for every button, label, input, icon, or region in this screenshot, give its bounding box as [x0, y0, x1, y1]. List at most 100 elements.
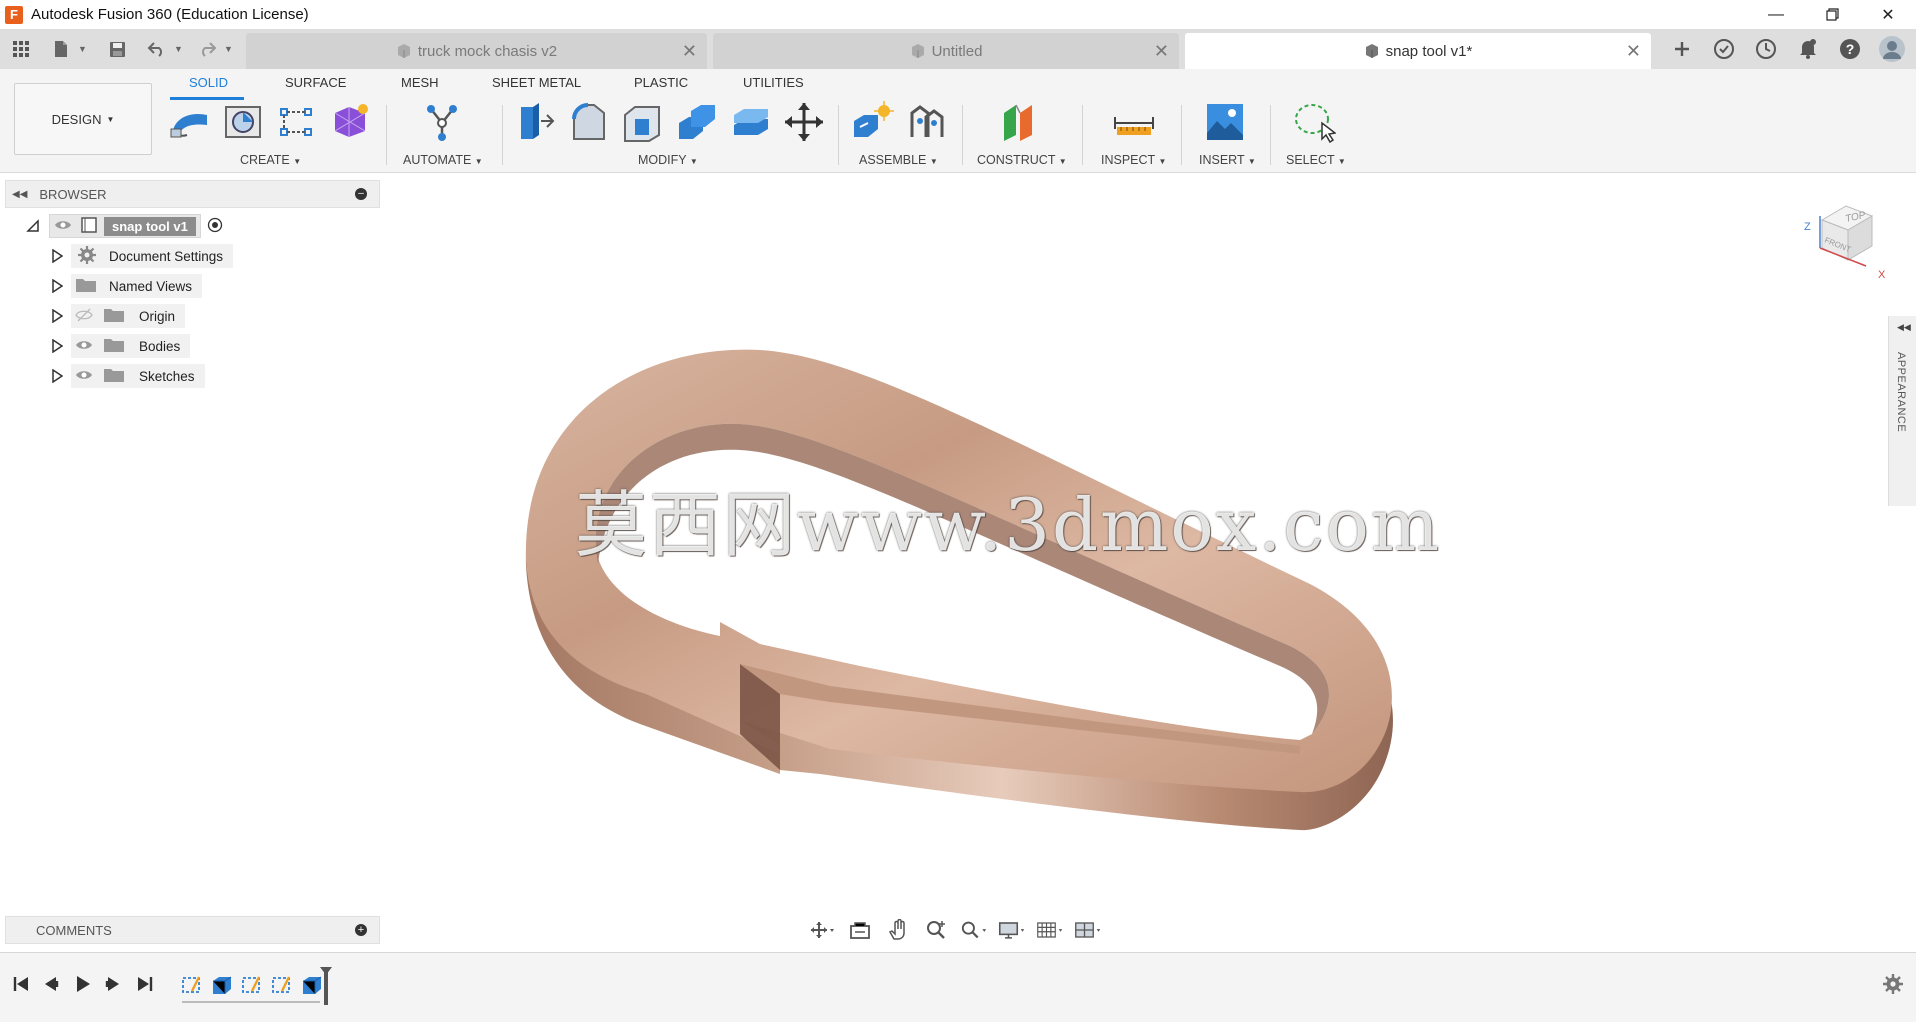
move-copy-icon[interactable] — [783, 101, 825, 143]
construct-menu[interactable]: CONSTRUCT ▼ — [977, 153, 1067, 167]
sketch-dimension-icon[interactable] — [275, 101, 317, 143]
graphics-canvas[interactable]: 莫西网www.3dmox.com ◀◀ BROWSER – snap tool … — [0, 174, 1916, 952]
hidden-eye-icon[interactable] — [75, 308, 93, 325]
tree-item-named-views[interactable]: Named Views — [49, 274, 203, 298]
timeline-sketch-icon[interactable] — [180, 973, 204, 997]
add-comment-icon[interactable]: + — [355, 924, 367, 936]
joint-icon[interactable] — [906, 101, 948, 143]
timeline-settings-gear-icon[interactable] — [1882, 973, 1904, 1000]
save-icon[interactable] — [104, 36, 130, 62]
display-settings-icon[interactable] — [998, 917, 1026, 943]
expand-panel-icon[interactable]: ◀◀ — [1897, 322, 1911, 333]
appearance-side-tab[interactable]: ◀◀ APPEARANCE — [1888, 316, 1916, 506]
tree-node[interactable]: Sketches — [71, 364, 205, 388]
automate-menu[interactable]: AUTOMATE ▼ — [403, 153, 483, 167]
close-tab-icon[interactable]: ✕ — [1154, 41, 1169, 62]
collapsed-arrow-icon[interactable] — [49, 248, 65, 264]
workspace-switcher-button[interactable]: DESIGN ▼ — [14, 83, 152, 155]
select-window-icon[interactable] — [1294, 101, 1336, 143]
collapsed-arrow-icon[interactable] — [49, 368, 65, 384]
document-tab-snap-tool[interactable]: snap tool v1* ✕ — [1185, 33, 1651, 69]
user-avatar-icon[interactable] — [1876, 33, 1908, 65]
insert-menu[interactable]: INSERT ▼ — [1199, 153, 1256, 167]
go-to-start-icon[interactable] — [10, 973, 32, 995]
tree-item-sketches[interactable]: Sketches — [49, 364, 205, 388]
tab-surface[interactable]: SURFACE — [285, 75, 346, 90]
tab-mesh[interactable]: MESH — [401, 75, 439, 90]
close-window-button[interactable]: ✕ — [1860, 0, 1916, 29]
fillet-icon[interactable] — [568, 101, 610, 143]
restore-button[interactable] — [1804, 0, 1860, 29]
viewcube[interactable]: TOP FRONT Z X — [1800, 196, 1890, 282]
collapsed-arrow-icon[interactable] — [49, 338, 65, 354]
tab-solid[interactable]: SOLID — [189, 75, 228, 90]
extrude-icon[interactable] — [222, 101, 264, 143]
grid-snap-icon[interactable] — [1036, 917, 1064, 943]
zoom-icon[interactable] — [922, 917, 950, 943]
combine-icon[interactable] — [675, 101, 717, 143]
go-to-end-icon[interactable] — [134, 973, 156, 995]
visibility-eye-icon[interactable] — [75, 369, 93, 384]
tree-item-bodies[interactable]: Bodies — [49, 334, 191, 358]
collapsed-arrow-icon[interactable] — [49, 308, 65, 324]
offset-plane-icon[interactable] — [1000, 101, 1042, 143]
minimize-panel-icon[interactable]: – — [355, 188, 367, 200]
timeline-marker[interactable] — [324, 971, 328, 1005]
activate-radio-icon[interactable] — [207, 217, 223, 236]
redo-icon[interactable] — [194, 36, 220, 62]
create-menu[interactable]: CREATE ▼ — [240, 153, 301, 167]
shell-icon[interactable] — [621, 101, 663, 143]
offset-face-icon[interactable] — [730, 101, 772, 143]
tab-sheet-metal[interactable]: SHEET METAL — [492, 75, 581, 90]
data-panel-grid-icon[interactable] — [8, 36, 34, 62]
new-component-icon[interactable] — [852, 101, 894, 143]
timeline-sketch-icon[interactable] — [240, 973, 264, 997]
tree-node[interactable]: Origin — [71, 304, 186, 328]
close-tab-icon[interactable]: ✕ — [1626, 41, 1641, 62]
viewports-icon[interactable] — [1074, 917, 1102, 943]
tree-root-snap-tool[interactable]: snap tool v1 — [25, 214, 223, 238]
extensions-icon[interactable] — [1708, 33, 1740, 65]
timeline-sketch-icon[interactable] — [270, 973, 294, 997]
job-status-clock-icon[interactable] — [1750, 33, 1782, 65]
root-node[interactable]: snap tool v1 — [49, 214, 201, 238]
modify-menu[interactable]: MODIFY ▼ — [638, 153, 698, 167]
help-icon[interactable]: ? — [1834, 33, 1866, 65]
new-tab-plus-icon[interactable] — [1666, 33, 1698, 65]
pan-hand-icon[interactable] — [884, 917, 912, 943]
create-sketch-icon[interactable] — [169, 101, 211, 143]
measure-icon[interactable] — [1113, 101, 1155, 143]
step-back-icon[interactable] — [40, 973, 62, 995]
automate-icon[interactable] — [421, 101, 463, 143]
visibility-eye-icon[interactable] — [54, 219, 72, 234]
play-icon[interactable] — [72, 973, 94, 995]
tree-node[interactable]: Bodies — [71, 334, 191, 358]
form-icon[interactable] — [329, 101, 371, 143]
notifications-bell-icon[interactable] — [1792, 33, 1824, 65]
select-menu[interactable]: SELECT ▼ — [1286, 153, 1346, 167]
press-pull-icon[interactable] — [515, 101, 557, 143]
tree-node[interactable]: Named Views — [71, 274, 203, 298]
file-menu-caret-icon[interactable]: ▼ — [78, 44, 88, 54]
tree-item-origin[interactable]: Origin — [49, 304, 186, 328]
inspect-menu[interactable]: INSPECT ▼ — [1101, 153, 1166, 167]
insert-image-icon[interactable] — [1204, 101, 1246, 143]
expanded-arrow-icon[interactable] — [25, 218, 41, 234]
file-menu-icon[interactable] — [48, 36, 74, 62]
document-tab-untitled[interactable]: Untitled ✕ — [713, 33, 1179, 69]
tree-item-document-settings[interactable]: Document Settings — [49, 244, 234, 268]
assemble-menu[interactable]: ASSEMBLE ▼ — [859, 153, 938, 167]
visibility-eye-icon[interactable] — [75, 339, 93, 354]
collapsed-arrow-icon[interactable] — [49, 278, 65, 294]
tab-plastic[interactable]: PLASTIC — [634, 75, 688, 90]
undo-caret-icon[interactable]: ▼ — [174, 44, 184, 54]
redo-caret-icon[interactable]: ▼ — [224, 44, 234, 54]
step-forward-icon[interactable] — [102, 973, 124, 995]
tree-node[interactable]: Document Settings — [71, 244, 234, 268]
look-at-icon[interactable] — [846, 917, 874, 943]
document-tab-truck[interactable]: truck mock chasis v2 ✕ — [246, 33, 707, 69]
zoom-window-icon[interactable] — [960, 917, 988, 943]
minimize-button[interactable]: — — [1748, 0, 1804, 29]
timeline-extrude-icon[interactable] — [210, 973, 234, 997]
close-tab-icon[interactable]: ✕ — [682, 41, 697, 62]
